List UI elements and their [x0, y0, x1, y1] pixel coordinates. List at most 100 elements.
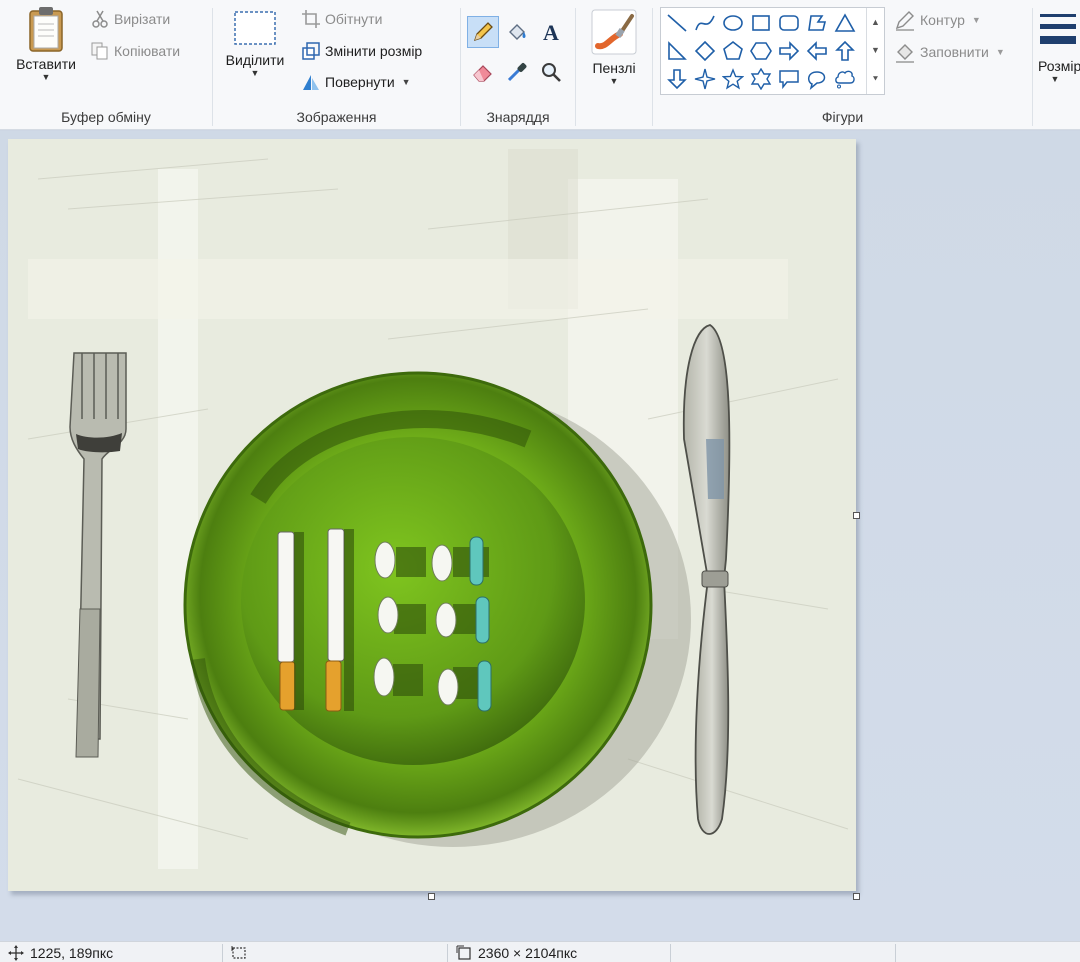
fill-bucket-icon [896, 44, 914, 63]
shape-line[interactable] [663, 9, 691, 37]
cloud-callout-shape-icon [835, 70, 855, 89]
rotate-dropdown-arrow[interactable]: ▼ [402, 77, 411, 87]
shape-diamond[interactable] [691, 37, 719, 65]
paste-dropdown-arrow[interactable]: ▼ [42, 72, 51, 82]
select-dropdown-arrow[interactable]: ▼ [251, 68, 260, 78]
brushes-button[interactable]: Пензлі ▼ [582, 8, 646, 86]
line-shape-icon [667, 14, 687, 32]
tools-group-label: Знаряддя [486, 109, 550, 125]
magnifier-tool[interactable] [535, 56, 567, 88]
canvas-artwork [8, 139, 856, 891]
copy-button[interactable]: Копіювати [90, 41, 180, 61]
cursor-position-icon [8, 944, 24, 961]
image-group-label: Зображення [296, 109, 377, 125]
status-divider [670, 944, 671, 962]
line-size-icon [1040, 14, 1076, 44]
paste-icon [29, 7, 63, 52]
size-button[interactable]: Розмір ▼ [1038, 8, 1080, 84]
shape-rect-callout[interactable] [775, 65, 803, 93]
resize-handle-right[interactable] [853, 512, 860, 519]
scissors-icon [92, 10, 108, 28]
workspace [0, 131, 1080, 941]
select-button[interactable]: Виділити ▼ [219, 8, 291, 78]
six-point-star-shape-icon [750, 68, 772, 90]
crop-button[interactable]: Обітнути [301, 9, 382, 29]
crop-icon [302, 10, 320, 28]
shape-hexagon[interactable] [747, 37, 775, 65]
shape-rectangle[interactable] [747, 9, 775, 37]
shape-down-arrow[interactable] [663, 65, 691, 93]
shape-six-point-star[interactable] [747, 65, 775, 93]
pencil-tool[interactable] [467, 16, 499, 48]
outline-button[interactable]: Контур ▼ [894, 9, 981, 31]
paste-label: Вставити [16, 56, 76, 72]
five-point-star-shape-icon [722, 68, 744, 90]
scroll-down-icon[interactable]: ▼ [871, 45, 880, 55]
shape-triangle[interactable] [831, 9, 859, 37]
text-tool[interactable]: A [535, 16, 567, 48]
cut-button[interactable]: Вирізати [90, 9, 170, 29]
copy-label: Копіювати [114, 43, 181, 59]
right-triangle-shape-icon [668, 41, 687, 60]
shape-five-point-star[interactable] [719, 65, 747, 93]
color-picker-tool[interactable] [501, 56, 533, 88]
cigarette [325, 528, 354, 712]
outline-dropdown-arrow[interactable]: ▼ [972, 15, 981, 25]
oval-shape-icon [723, 15, 743, 31]
status-cursor-position: 1225, 189пкс [0, 942, 222, 962]
status-selection-size [223, 942, 447, 962]
shape-left-arrow[interactable] [803, 37, 831, 65]
eraser-tool[interactable] [467, 56, 499, 88]
shape-rounded-rectangle[interactable] [775, 9, 803, 37]
shape-curve[interactable] [691, 9, 719, 37]
crop-label: Обітнути [325, 11, 383, 27]
ribbon: Вставити ▼ Вирізати Копіювати Буфер обмі… [0, 0, 1080, 130]
rounded-rectangle-shape-icon [779, 15, 799, 31]
resize-handle-corner[interactable] [853, 893, 860, 900]
size-dropdown-arrow[interactable]: ▼ [1038, 74, 1072, 84]
expand-gallery-icon[interactable]: ⯆ [872, 74, 879, 85]
left-arrow-shape-icon [806, 41, 827, 61]
resize-button[interactable]: Змінити розмір [301, 41, 422, 61]
paste-button[interactable]: Вставити ▼ [8, 6, 84, 82]
shape-right-triangle[interactable] [663, 37, 691, 65]
tools-group: A Знаряддя [461, 0, 575, 130]
fill-dropdown-arrow[interactable]: ▼ [996, 47, 1005, 57]
rectangular-callout-shape-icon [779, 70, 799, 90]
fill-tool[interactable] [501, 16, 533, 48]
text-icon: A [543, 20, 559, 44]
image-size-icon [456, 945, 471, 960]
brushes-dropdown-arrow[interactable]: ▼ [610, 76, 619, 86]
up-arrow-shape-icon [835, 40, 855, 61]
clipboard-group-label: Буфер обміну [61, 109, 151, 125]
shape-four-point-star[interactable] [691, 65, 719, 93]
rotate-button[interactable]: Повернути ▼ [301, 72, 411, 92]
canvas[interactable] [8, 139, 856, 891]
shapes-scrollbar[interactable]: ▲ ▼ ⯆ [866, 8, 884, 94]
shape-oval[interactable] [719, 9, 747, 37]
shape-cloud-callout[interactable] [831, 65, 859, 93]
outline-pencil-icon [895, 11, 914, 31]
image-group: Виділити ▼ Обітнути Змінити розмір Повер… [213, 0, 460, 130]
status-image-size: 2360 × 2104пкс [448, 942, 670, 962]
scroll-up-icon[interactable]: ▲ [871, 17, 880, 27]
brushes-label: Пензлі [592, 60, 636, 76]
shape-pentagon[interactable] [719, 37, 747, 65]
shape-polygon[interactable] [803, 9, 831, 37]
diamond-shape-icon [694, 40, 716, 62]
fill-shape-button[interactable]: Заповнити ▼ [894, 41, 1005, 63]
outline-label: Контур [920, 12, 965, 28]
shape-up-arrow[interactable] [831, 37, 859, 65]
triangle-shape-icon [834, 13, 856, 32]
shape-oval-callout[interactable] [803, 65, 831, 93]
polygon-shape-icon [808, 15, 827, 31]
clipboard-group: Вставити ▼ Вирізати Копіювати Буфер обмі… [0, 0, 212, 130]
shapes-group-label: Фігури [821, 109, 864, 125]
resize-label: Змінити розмір [325, 43, 423, 59]
status-divider [895, 944, 896, 962]
fill-shape-label: Заповнити [920, 44, 989, 60]
copy-icon [91, 42, 108, 60]
rectangle-shape-icon [752, 15, 770, 31]
shape-right-arrow[interactable] [775, 37, 803, 65]
resize-handle-bottom[interactable] [428, 893, 435, 900]
